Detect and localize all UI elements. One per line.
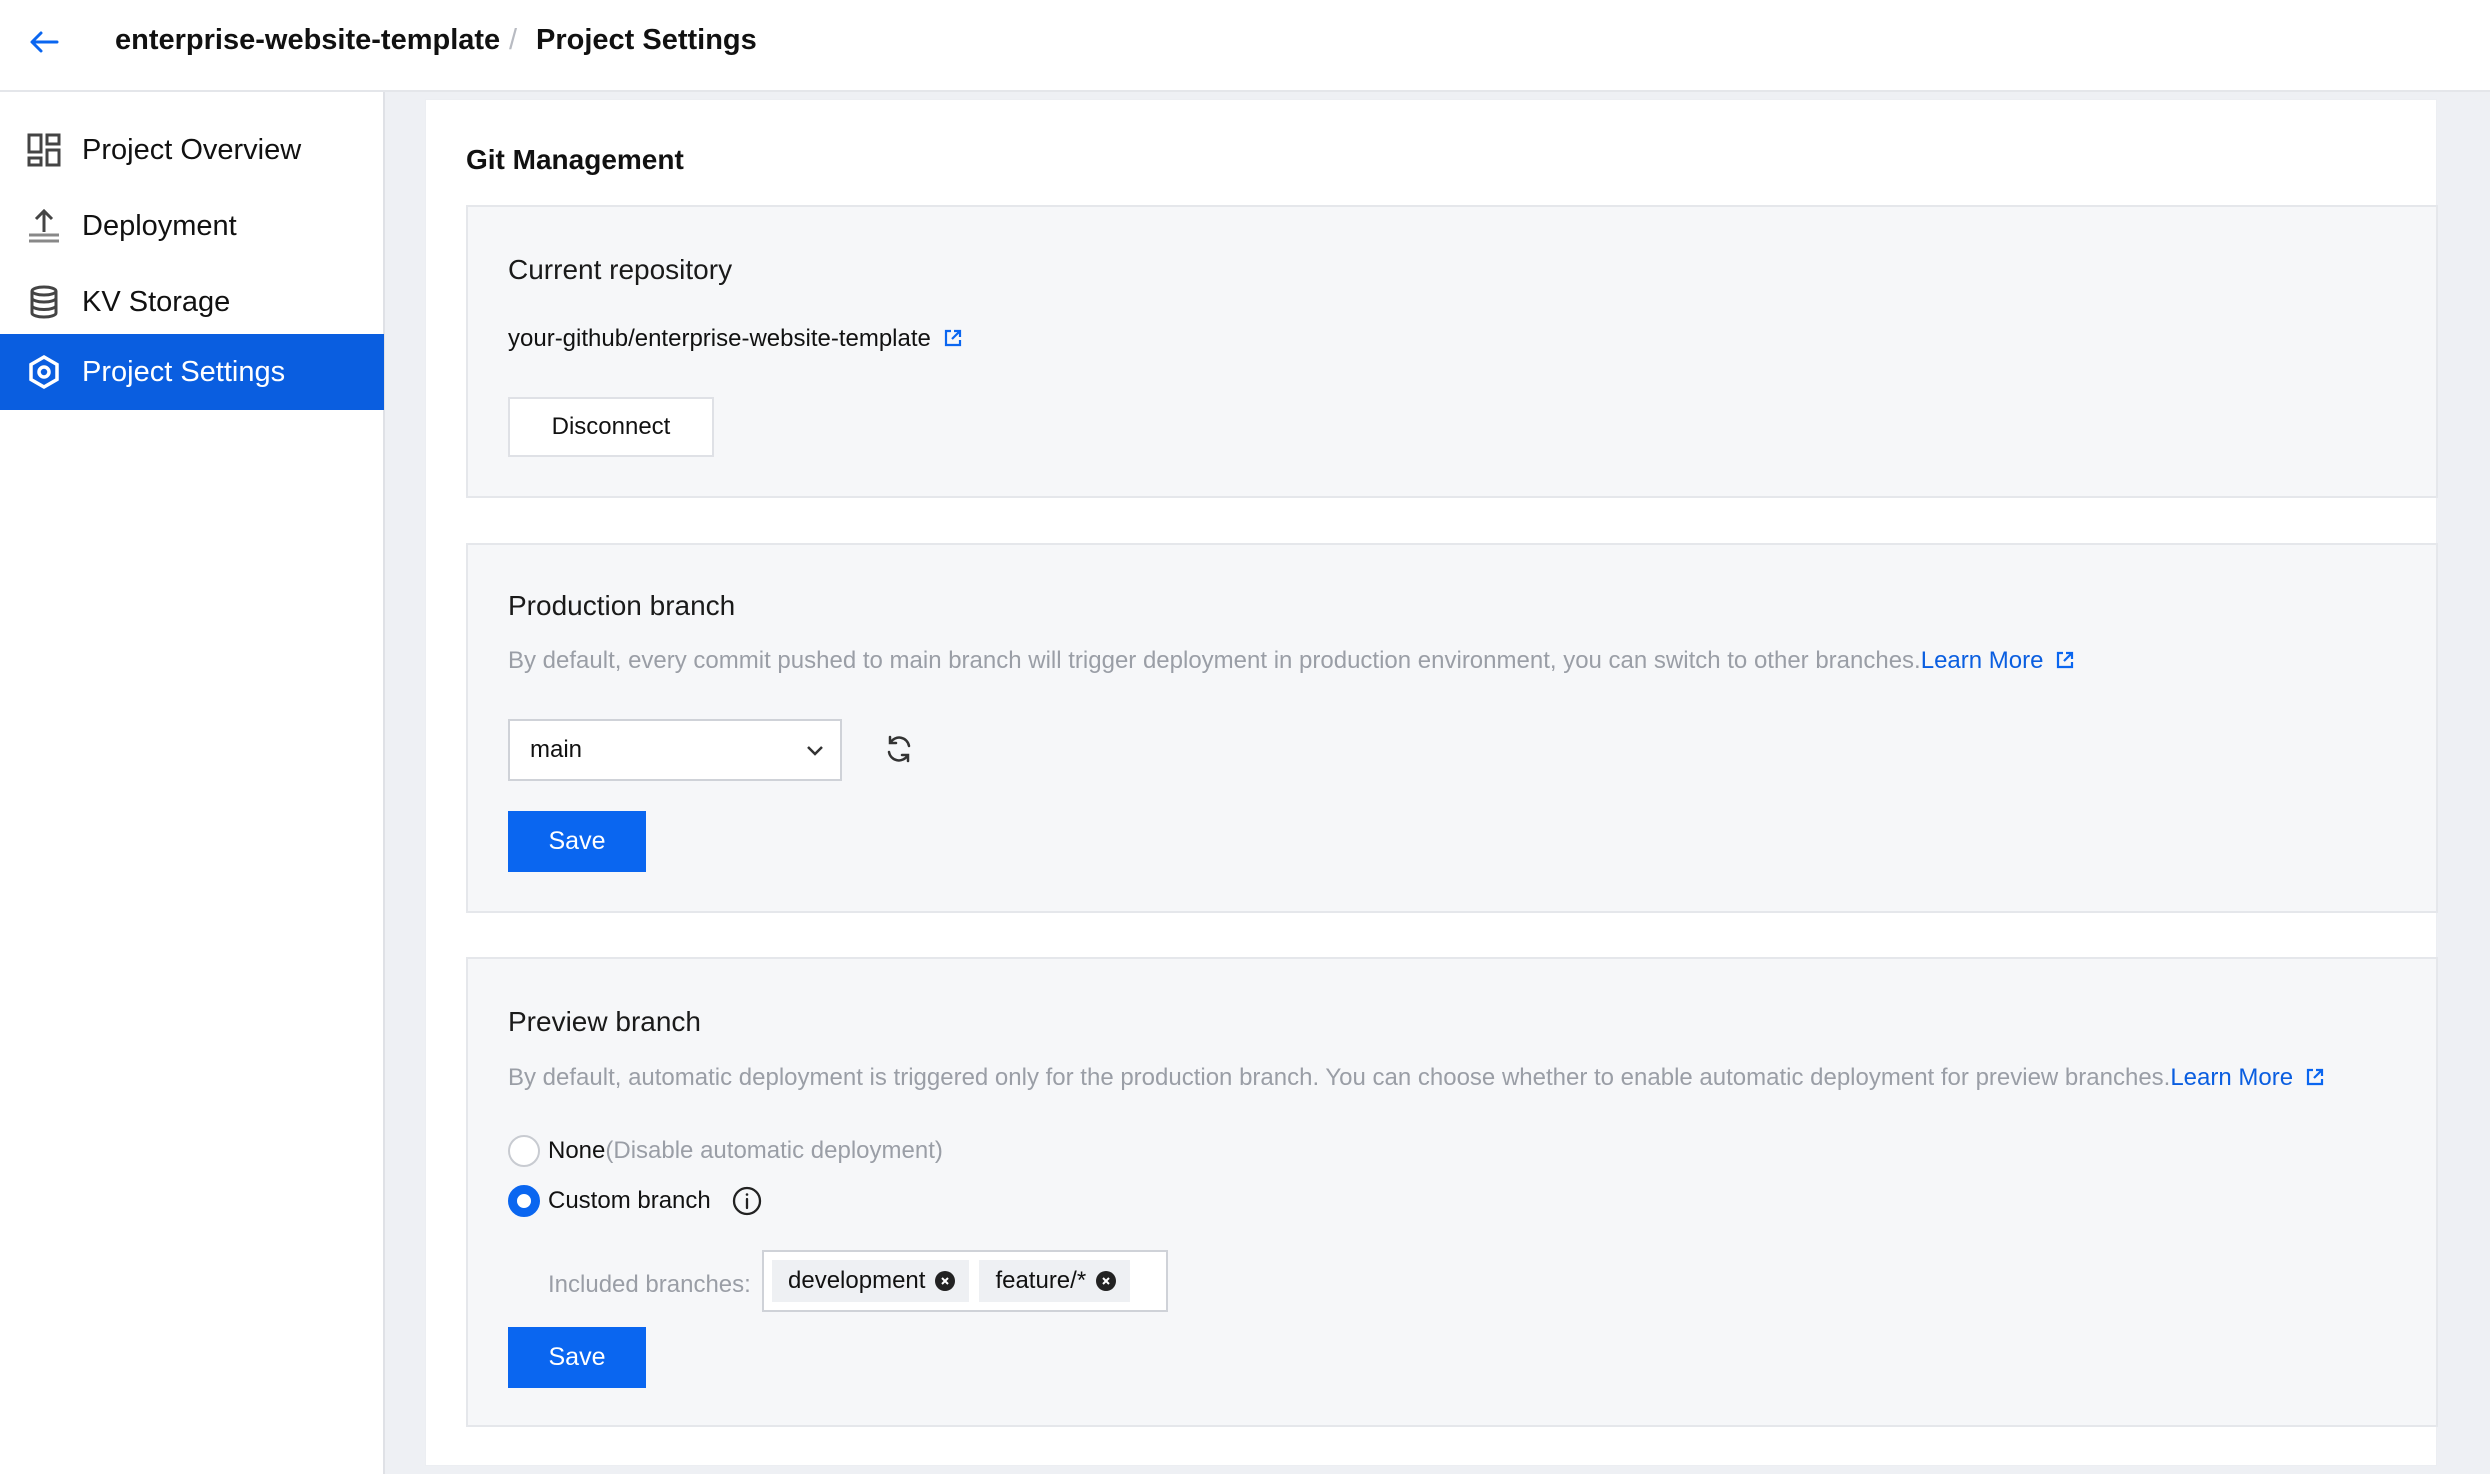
selected-branch: main (530, 736, 583, 763)
chevron-down-icon (804, 739, 826, 768)
external-link-icon[interactable] (2055, 649, 2075, 677)
radio-custom-branch[interactable]: Custom branch (508, 1185, 763, 1217)
refresh-icon[interactable] (880, 730, 918, 768)
production-save-button[interactable]: Save (508, 811, 646, 872)
sidebar-item-label: Project Overview (82, 133, 302, 166)
git-management-card: Git Management Current repository your-g… (426, 100, 2438, 1465)
radio-custom-label: Custom branch (548, 1187, 711, 1214)
learn-more-link[interactable]: Learn More (1921, 647, 2044, 674)
section-title: Current repository (508, 254, 733, 285)
upload-icon (24, 206, 64, 246)
sidebar-item-kv-storage[interactable]: KV Storage (0, 264, 384, 340)
radio-none[interactable]: None (Disable automatic deployment) (508, 1135, 943, 1167)
section-title: Preview branch (508, 1006, 701, 1037)
branch-tag-label: feature/* (995, 1267, 1087, 1294)
production-branch-select[interactable]: main (508, 719, 842, 781)
external-link-icon (943, 327, 963, 355)
radio-none-circle[interactable] (508, 1135, 540, 1167)
database-icon (24, 282, 64, 322)
included-branches-input[interactable]: development feature/* (762, 1250, 1168, 1312)
section-title: Production branch (508, 590, 736, 621)
sidebar-item-project-overview[interactable]: Project Overview (0, 112, 384, 188)
preview-save-button[interactable]: Save (508, 1327, 646, 1388)
dashboard-icon (24, 130, 64, 170)
sidebar-item-deployment[interactable]: Deployment (0, 188, 384, 264)
learn-more-link[interactable]: Learn More (2170, 1064, 2293, 1091)
disconnect-button[interactable]: Disconnect (508, 397, 714, 457)
remove-tag-icon[interactable] (935, 1271, 956, 1291)
repository-name: your-github/enterprise-website-template (508, 325, 931, 352)
branch-tag: feature/* (979, 1260, 1131, 1302)
breadcrumb-project[interactable]: enterprise-website-template (115, 0, 500, 80)
external-link-icon[interactable] (2305, 1066, 2325, 1094)
page-title: Git Management (466, 144, 684, 175)
branch-tag: development (772, 1260, 970, 1302)
remove-tag-icon[interactable] (1096, 1271, 1117, 1291)
current-repository-section: Current repository your-github/enterpris… (466, 205, 2438, 498)
preview-description: By default, automatic deployment is trig… (508, 1064, 2325, 1094)
description-text: By default, every commit pushed to main … (508, 647, 1921, 674)
radio-custom-circle[interactable] (508, 1185, 540, 1217)
radio-none-hint: (Disable automatic deployment) (605, 1137, 943, 1164)
repository-link[interactable]: your-github/enterprise-website-template (508, 325, 963, 355)
branch-tag-label: development (788, 1267, 926, 1294)
back-arrow-icon[interactable] (24, 22, 64, 62)
radio-none-label: None (548, 1137, 606, 1164)
production-branch-section: Production branch By default, every comm… (466, 543, 2438, 913)
description-text: By default, automatic deployment is trig… (508, 1064, 2171, 1091)
sidebar-item-label: Project Settings (82, 355, 286, 388)
breadcrumb-separator: / (509, 23, 518, 56)
breadcrumb-current: Project Settings (536, 23, 757, 56)
sidebar-item-label: KV Storage (82, 285, 231, 318)
sidebar-item-project-settings[interactable]: Project Settings (0, 334, 384, 410)
included-branches-label: Included branches: (548, 1271, 751, 1298)
info-icon[interactable] (731, 1185, 763, 1217)
top-bar: enterprise-website-template / Project Se… (0, 0, 2490, 92)
production-description: By default, every commit pushed to main … (508, 647, 2075, 677)
sidebar-item-label: Deployment (82, 209, 237, 242)
preview-branch-section: Preview branch By default, automatic dep… (466, 957, 2438, 1427)
settings-hex-icon (24, 352, 64, 392)
sidebar: Project Overview Deployment KV Storage P… (0, 92, 385, 1474)
